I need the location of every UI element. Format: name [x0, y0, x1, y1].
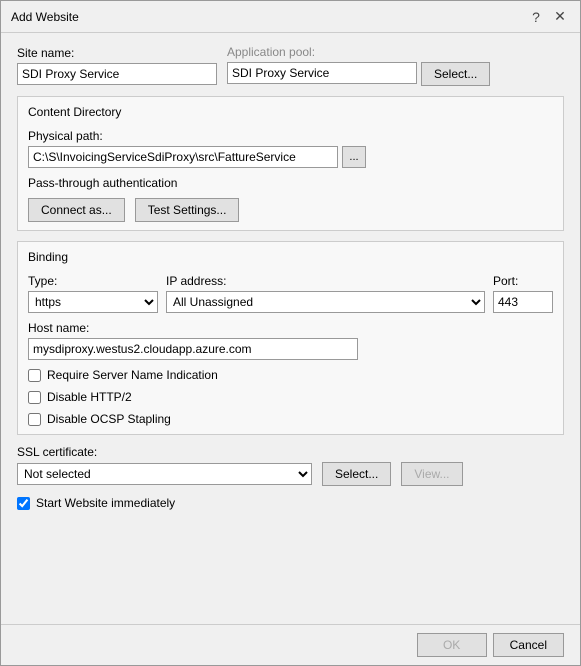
- port-input[interactable]: [493, 291, 553, 313]
- ssl-controls-row: Not selected Select... View...: [17, 462, 564, 486]
- cancel-button[interactable]: Cancel: [493, 633, 564, 657]
- auth-buttons-row: Connect as... Test Settings...: [28, 198, 553, 222]
- type-group: Type: http https: [28, 274, 158, 313]
- ocsp-row: Disable OCSP Stapling: [28, 412, 553, 426]
- pass-through-label: Pass-through authentication: [28, 176, 553, 190]
- binding-section: Binding Type: http https IP address: All…: [17, 241, 564, 435]
- binding-row: Type: http https IP address: All Unassig…: [28, 274, 553, 313]
- site-pool-row: Site name: Application pool: Select...: [17, 45, 564, 86]
- physical-path-input[interactable]: [28, 146, 338, 168]
- ip-group: IP address: All Unassigned: [166, 274, 485, 313]
- ssl-view-button[interactable]: View...: [401, 462, 462, 486]
- app-pool-group: Application pool: Select...: [227, 45, 490, 86]
- add-website-dialog: Add Website ? ✕ Site name: Application p…: [0, 0, 581, 666]
- help-button[interactable]: ?: [526, 7, 546, 27]
- sni-checkbox[interactable]: [28, 369, 41, 382]
- hostname-label: Host name:: [28, 321, 553, 335]
- dialog-footer: OK Cancel: [1, 624, 580, 665]
- close-button[interactable]: ✕: [550, 7, 570, 27]
- physical-path-label: Physical path:: [28, 129, 553, 143]
- sni-row: Require Server Name Indication: [28, 368, 553, 382]
- site-name-input[interactable]: [17, 63, 217, 85]
- app-pool-select-button[interactable]: Select...: [421, 62, 490, 86]
- hostname-group: Host name:: [28, 321, 553, 360]
- title-bar-left: Add Website: [11, 10, 79, 24]
- start-immediately-label: Start Website immediately: [36, 496, 175, 510]
- disable-ocsp-label: Disable OCSP Stapling: [47, 412, 171, 426]
- ssl-select[interactable]: Not selected: [17, 463, 312, 485]
- disable-http2-checkbox[interactable]: [28, 391, 41, 404]
- ip-label: IP address:: [166, 274, 485, 288]
- disable-http2-label: Disable HTTP/2: [47, 390, 132, 404]
- binding-title: Binding: [28, 250, 553, 264]
- start-immediately-checkbox[interactable]: [17, 497, 30, 510]
- app-pool-label: Application pool:: [227, 45, 490, 59]
- disable-ocsp-checkbox[interactable]: [28, 413, 41, 426]
- ssl-group: SSL certificate: Not selected Select... …: [17, 445, 564, 486]
- content-directory-section: Content Directory Physical path: ... Pas…: [17, 96, 564, 231]
- ssl-select-button[interactable]: Select...: [322, 462, 391, 486]
- type-select[interactable]: http https: [28, 291, 158, 313]
- dialog-content: Site name: Application pool: Select... C…: [1, 33, 580, 624]
- title-bar-controls: ? ✕: [526, 7, 570, 27]
- connect-as-button[interactable]: Connect as...: [28, 198, 125, 222]
- test-settings-button[interactable]: Test Settings...: [135, 198, 240, 222]
- content-directory-title: Content Directory: [28, 105, 553, 119]
- physical-path-group: Physical path: ...: [28, 129, 553, 168]
- http2-row: Disable HTTP/2: [28, 390, 553, 404]
- ip-select[interactable]: All Unassigned: [166, 291, 485, 313]
- site-name-label: Site name:: [17, 46, 217, 60]
- hostname-input[interactable]: [28, 338, 358, 360]
- type-label: Type:: [28, 274, 158, 288]
- site-name-group: Site name:: [17, 46, 217, 85]
- dialog-title: Add Website: [11, 10, 79, 24]
- port-label: Port:: [493, 274, 553, 288]
- app-pool-input[interactable]: [227, 62, 417, 84]
- start-immediately-row: Start Website immediately: [17, 496, 564, 510]
- sni-label: Require Server Name Indication: [47, 368, 218, 382]
- ok-button[interactable]: OK: [417, 633, 487, 657]
- browse-button[interactable]: ...: [342, 146, 366, 168]
- ssl-label: SSL certificate:: [17, 445, 564, 459]
- title-bar: Add Website ? ✕: [1, 1, 580, 33]
- port-group: Port:: [493, 274, 553, 313]
